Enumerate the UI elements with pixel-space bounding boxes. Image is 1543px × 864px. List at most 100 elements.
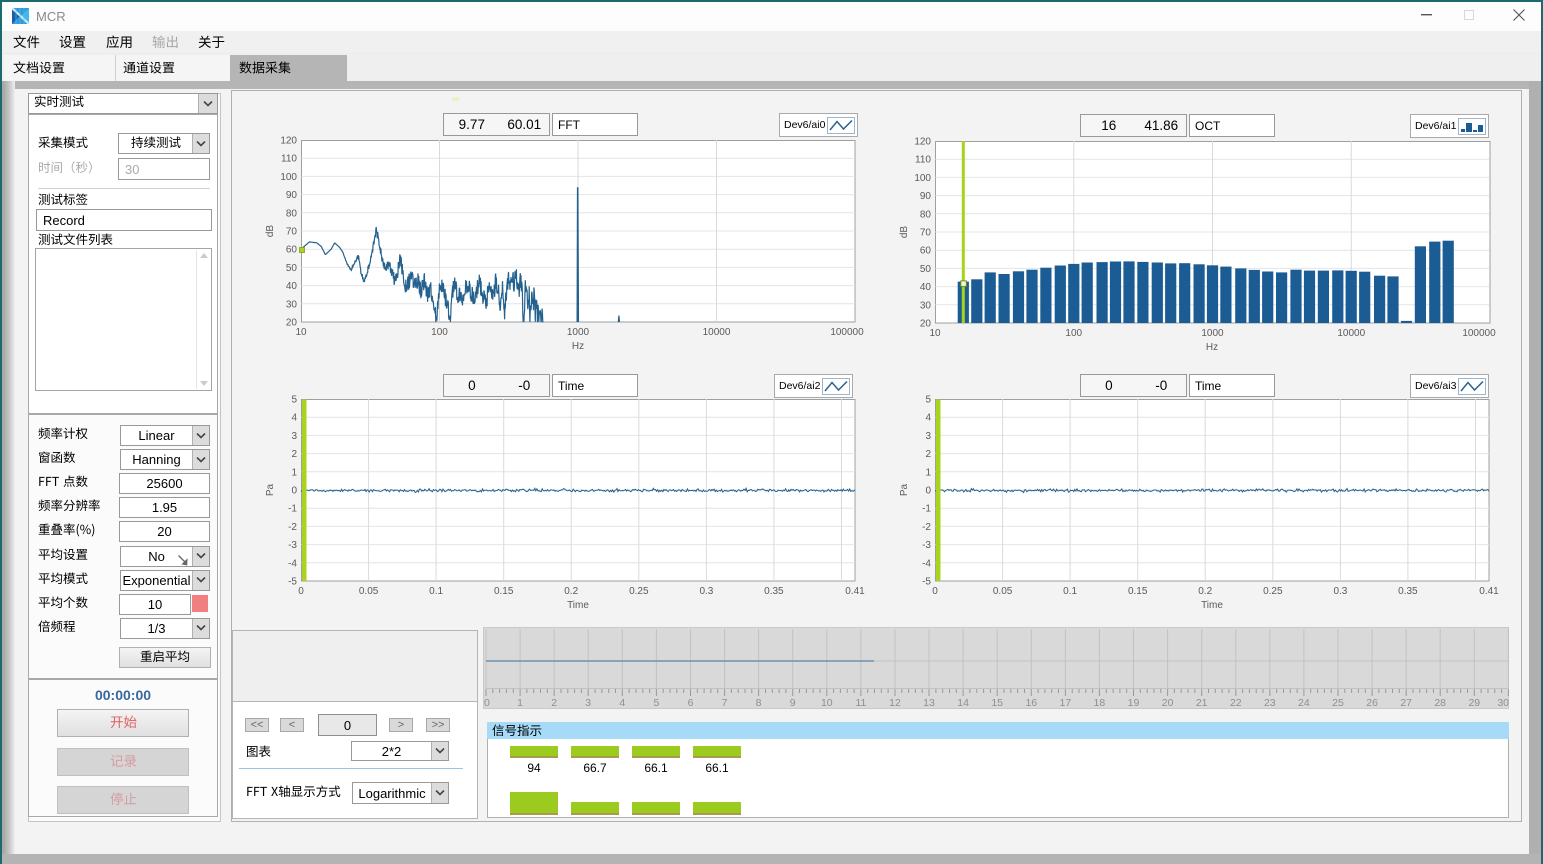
svg-text:0.25: 0.25 <box>629 586 649 597</box>
svg-text:120: 120 <box>280 136 297 147</box>
svg-text:80: 80 <box>286 208 298 219</box>
svg-text:Hz: Hz <box>1206 342 1218 353</box>
svg-text:9: 9 <box>790 697 796 709</box>
svg-text:0: 0 <box>925 486 931 497</box>
svg-text:3: 3 <box>925 431 931 442</box>
svg-text:10000: 10000 <box>703 327 731 338</box>
svg-text:0.1: 0.1 <box>429 586 443 597</box>
svg-text:19: 19 <box>1128 697 1140 709</box>
svg-text:-4: -4 <box>288 558 297 569</box>
svg-text:-5: -5 <box>922 577 931 588</box>
svg-text:16: 16 <box>1025 697 1037 709</box>
svg-text:2: 2 <box>925 449 931 460</box>
svg-text:100: 100 <box>280 172 297 183</box>
svg-text:0.05: 0.05 <box>993 586 1013 597</box>
svg-text:-1: -1 <box>922 504 931 515</box>
svg-text:4: 4 <box>291 413 297 424</box>
svg-text:0.35: 0.35 <box>1398 586 1418 597</box>
svg-text:-3: -3 <box>922 540 931 551</box>
svg-text:90: 90 <box>920 191 932 202</box>
svg-text:0.25: 0.25 <box>1263 586 1283 597</box>
svg-text:50: 50 <box>920 264 932 275</box>
svg-text:100: 100 <box>914 173 931 184</box>
svg-text:25: 25 <box>1332 697 1344 709</box>
svg-text:-2: -2 <box>288 522 297 533</box>
svg-text:14: 14 <box>957 697 969 709</box>
svg-text:0.15: 0.15 <box>1128 586 1148 597</box>
svg-text:0.3: 0.3 <box>1333 586 1347 597</box>
svg-text:110: 110 <box>281 154 297 165</box>
svg-text:60: 60 <box>286 245 298 256</box>
svg-text:Time: Time <box>567 600 589 611</box>
svg-text:0.3: 0.3 <box>699 586 713 597</box>
svg-text:8: 8 <box>756 697 762 709</box>
svg-text:-4: -4 <box>922 558 931 569</box>
svg-text:80: 80 <box>920 209 932 220</box>
svg-text:120: 120 <box>914 137 931 148</box>
svg-text:30: 30 <box>920 300 932 311</box>
svg-text:-3: -3 <box>288 540 297 551</box>
svg-text:20: 20 <box>1162 697 1174 709</box>
svg-text:10: 10 <box>295 327 307 338</box>
svg-text:Pa: Pa <box>265 483 276 496</box>
svg-text:18: 18 <box>1094 697 1106 709</box>
svg-text:4: 4 <box>925 413 931 424</box>
svg-text:100: 100 <box>431 327 448 338</box>
svg-text:5: 5 <box>291 395 297 406</box>
svg-text:0.41: 0.41 <box>845 586 865 597</box>
svg-text:0.2: 0.2 <box>1198 586 1212 597</box>
svg-text:27: 27 <box>1400 697 1412 709</box>
svg-text:-1: -1 <box>288 504 297 515</box>
svg-text:1: 1 <box>925 467 931 478</box>
svg-text:40: 40 <box>920 282 932 293</box>
svg-text:12: 12 <box>889 697 901 709</box>
svg-text:5: 5 <box>925 395 931 406</box>
svg-text:1: 1 <box>517 697 523 709</box>
svg-text:-5: -5 <box>288 577 297 588</box>
svg-text:24: 24 <box>1298 697 1310 709</box>
svg-text:2: 2 <box>291 449 297 460</box>
svg-text:100: 100 <box>1065 328 1082 339</box>
svg-text:26: 26 <box>1366 697 1378 709</box>
svg-text:0.1: 0.1 <box>1063 586 1077 597</box>
svg-text:0.35: 0.35 <box>764 586 784 597</box>
svg-text:40: 40 <box>286 281 298 292</box>
svg-text:100000: 100000 <box>1462 328 1496 339</box>
svg-text:60: 60 <box>920 246 932 257</box>
svg-text:3: 3 <box>585 697 591 709</box>
svg-text:30: 30 <box>1497 697 1509 709</box>
svg-text:5: 5 <box>653 697 659 709</box>
svg-text:0: 0 <box>932 586 938 597</box>
svg-text:Pa: Pa <box>899 483 910 496</box>
svg-text:-2: -2 <box>922 522 931 533</box>
svg-text:1: 1 <box>291 467 297 478</box>
svg-text:11: 11 <box>855 697 866 709</box>
svg-text:2: 2 <box>551 697 557 709</box>
svg-text:1000: 1000 <box>1201 328 1224 339</box>
svg-text:3: 3 <box>291 431 297 442</box>
svg-text:17: 17 <box>1060 697 1072 709</box>
svg-text:50: 50 <box>286 263 298 274</box>
svg-text:13: 13 <box>923 697 935 709</box>
svg-text:dB: dB <box>265 225 276 238</box>
svg-text:70: 70 <box>286 227 298 238</box>
svg-text:10: 10 <box>929 328 941 339</box>
svg-text:dB: dB <box>899 226 910 239</box>
svg-text:28: 28 <box>1434 697 1446 709</box>
svg-text:21: 21 <box>1196 697 1208 709</box>
svg-text:0.15: 0.15 <box>494 586 514 597</box>
svg-text:1000: 1000 <box>567 327 590 338</box>
svg-text:0.41: 0.41 <box>1479 586 1499 597</box>
svg-text:4: 4 <box>619 697 625 709</box>
svg-text:Hz: Hz <box>572 341 584 352</box>
svg-text:7: 7 <box>722 697 728 709</box>
svg-text:10: 10 <box>821 697 833 709</box>
svg-text:110: 110 <box>915 155 931 166</box>
svg-text:70: 70 <box>920 228 932 239</box>
svg-text:30: 30 <box>286 299 298 310</box>
svg-text:Time: Time <box>1201 600 1223 611</box>
svg-text:10000: 10000 <box>1337 328 1365 339</box>
svg-text:0: 0 <box>484 697 490 709</box>
svg-text:6: 6 <box>688 697 694 709</box>
svg-text:0.05: 0.05 <box>359 586 379 597</box>
